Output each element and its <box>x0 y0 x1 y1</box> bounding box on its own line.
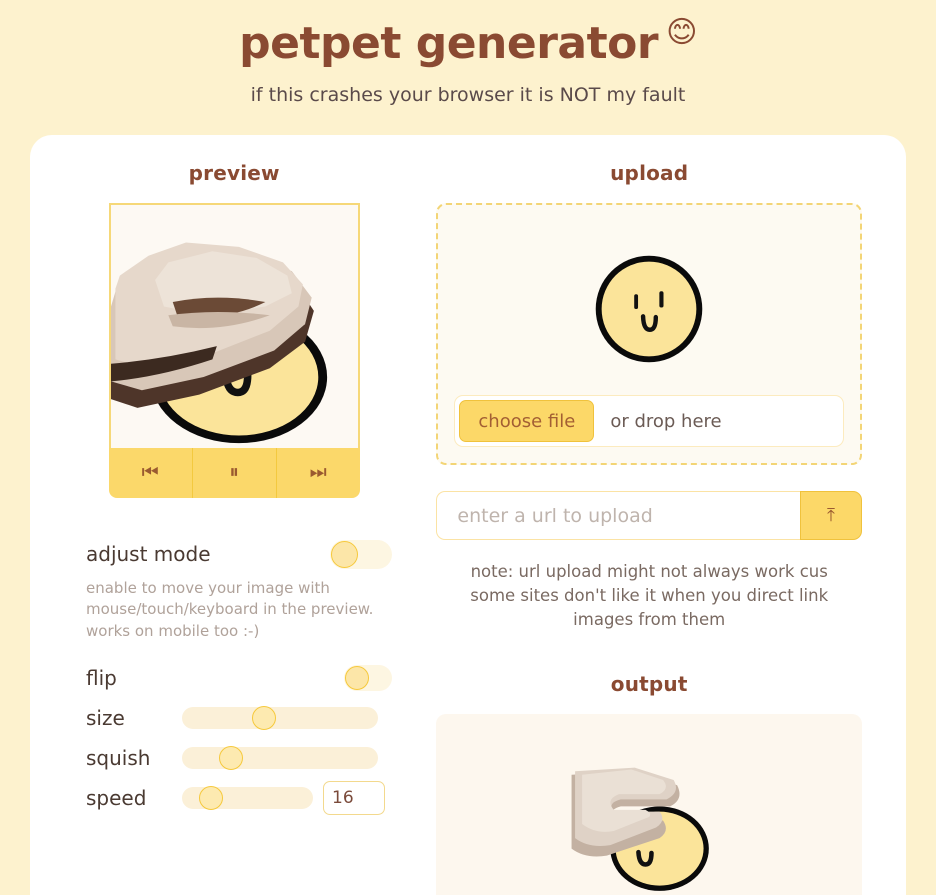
last-frame-button[interactable]: ⏭ <box>276 448 360 498</box>
squish-slider[interactable] <box>182 745 378 770</box>
slider-thumb[interactable] <box>198 785 223 810</box>
output-section: output <box>436 672 862 895</box>
adjust-mode-row: adjust mode <box>86 534 393 574</box>
uploaded-face-image <box>595 255 703 363</box>
preview-heading: preview <box>188 161 280 185</box>
preview-panel: ⏮ ⏸ ⏭ <box>108 203 360 498</box>
main-card: preview ⏮ ⏸ ⏭ adjust mode enable to move… <box>30 135 906 895</box>
speed-slider[interactable] <box>182 785 313 810</box>
speed-label: speed <box>86 785 147 810</box>
page-title-text: petpet generator <box>239 18 659 69</box>
url-upload-note: note: url upload might not always work c… <box>470 562 829 629</box>
smiling-face-with-smiling-eyes-icon: 😊 <box>666 15 697 50</box>
upload-column: upload choose file or drop here enter a … <box>436 161 862 895</box>
preview-playback-controls: ⏮ ⏸ ⏭ <box>108 448 360 498</box>
pause-button[interactable]: ⏸ <box>192 448 277 498</box>
choose-file-button[interactable]: choose file <box>459 400 595 442</box>
size-row: size <box>86 698 392 738</box>
drop-here-label: or drop here <box>610 410 722 432</box>
toggle-knob <box>331 540 359 568</box>
file-select-bar: choose file or drop here <box>454 395 844 447</box>
page-subtitle: if this crashes your browser it is NOT m… <box>250 84 686 106</box>
uploaded-image-preview <box>454 223 844 395</box>
adjust-mode-label: adjust mode <box>86 542 211 566</box>
size-label: size <box>86 705 125 730</box>
adjust-mode-hint: enable to move your image with mouse/tou… <box>86 579 374 640</box>
url-input[interactable] <box>436 491 800 540</box>
skip-forward-icon: ⏭ <box>309 462 327 483</box>
speed-row: speed <box>86 778 392 818</box>
upload-icon: ⤒ <box>827 505 835 525</box>
toggle-knob <box>345 665 370 690</box>
pause-icon: ⏸ <box>229 462 239 483</box>
preview-canvas[interactable] <box>108 203 360 448</box>
flip-toggle[interactable] <box>344 664 393 691</box>
settings-controls: adjust mode enable to move your image wi… <box>76 534 393 818</box>
page-header: petpet generator 😊 if this crashes your b… <box>0 0 936 108</box>
url-upload-button[interactable]: ⤒ <box>800 491 862 540</box>
slider-thumb[interactable] <box>219 745 243 770</box>
upload-dropzone[interactable]: choose file or drop here <box>436 203 862 465</box>
speed-input[interactable] <box>323 780 385 815</box>
size-slider[interactable] <box>182 705 378 730</box>
output-heading: output <box>610 671 688 696</box>
first-frame-button[interactable]: ⏮ <box>108 448 193 498</box>
output-frame <box>436 713 862 895</box>
slider-thumb[interactable] <box>252 705 277 730</box>
url-upload-row: ⤒ <box>436 491 862 540</box>
page-title: petpet generator 😊 <box>0 14 936 71</box>
squish-row: squish <box>86 738 392 778</box>
preview-column: preview ⏮ ⏸ ⏭ adjust mode enable to move… <box>76 161 393 895</box>
flip-label: flip <box>86 665 117 690</box>
squish-label: squish <box>86 745 151 770</box>
petpet-output-image <box>561 735 738 895</box>
petpet-preview-image <box>110 205 358 448</box>
upload-heading: upload <box>610 161 689 185</box>
adjust-mode-toggle[interactable] <box>330 539 393 569</box>
flip-row: flip <box>86 658 393 698</box>
skip-back-icon: ⏮ <box>141 462 159 483</box>
